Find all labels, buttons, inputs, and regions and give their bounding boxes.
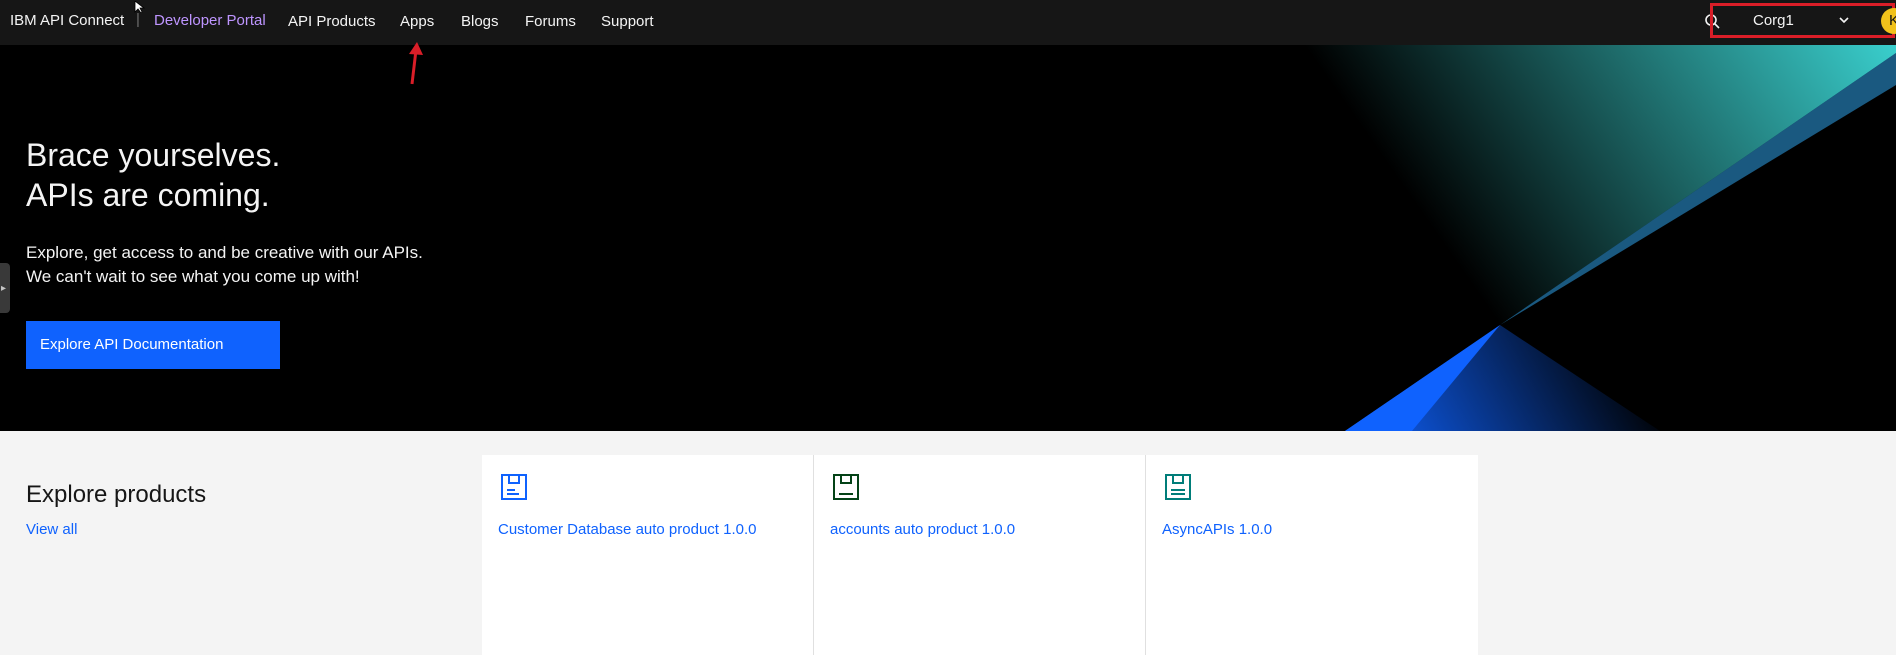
hero-banner: Brace yourselves. APIs are coming. Explo… [0,45,1896,431]
product-card[interactable]: AsyncAPIs 1.0.0 [1146,455,1478,655]
hero-subtitle-line2: We can't wait to see what you come up wi… [26,267,360,286]
nav-item-apps[interactable]: Apps [400,13,434,30]
nav-item-support[interactable]: Support [601,13,654,30]
product-icon [500,473,528,501]
product-icon [832,473,860,501]
product-icon [1164,473,1192,501]
chevron-down-icon [1837,13,1851,27]
org-name: Corg1 [1753,12,1794,29]
product-card[interactable]: Customer Database auto product 1.0.0 [482,455,814,655]
side-panel-toggle[interactable]: ▸ [0,263,10,313]
red-arrow-annotation [402,40,432,88]
top-navigation-bar: IBM API Connect | Developer Portal API P… [0,0,1896,45]
explore-products-section: Explore products View all Customer Datab… [0,431,1896,655]
nav-item-api-products[interactable]: API Products [288,13,376,30]
hero-beam-graphic [1210,45,1896,431]
expand-arrow-icon: ▸ [1,283,7,294]
mouse-cursor-icon [134,0,148,14]
hero-subtitle-line1: Explore, get access to and be creative w… [26,243,423,262]
products-heading: Explore products [26,481,207,508]
brand-separator: | [136,11,140,28]
hero-title: Brace yourselves. APIs are coming. [26,135,280,215]
product-card[interactable]: accounts auto product 1.0.0 [814,455,1146,655]
nav-item-forums[interactable]: Forums [525,13,576,30]
hero-subtitle: Explore, get access to and be creative w… [26,241,423,289]
product-card-title[interactable]: Customer Database auto product 1.0.0 [498,521,757,538]
nav-item-blogs[interactable]: Blogs [461,13,499,30]
portal-name[interactable]: Developer Portal [154,12,266,29]
hero-title-line1: Brace yourselves. [26,137,281,173]
brand-name[interactable]: IBM API Connect [10,12,124,29]
hero-title-line2: APIs are coming. [26,177,270,213]
org-selector[interactable]: Corg1 [1710,3,1895,38]
explore-api-documentation-button[interactable]: Explore API Documentation [26,321,280,369]
view-all-link[interactable]: View all [26,521,77,538]
product-card-title[interactable]: AsyncAPIs 1.0.0 [1162,521,1272,538]
product-card-title[interactable]: accounts auto product 1.0.0 [830,521,1015,538]
